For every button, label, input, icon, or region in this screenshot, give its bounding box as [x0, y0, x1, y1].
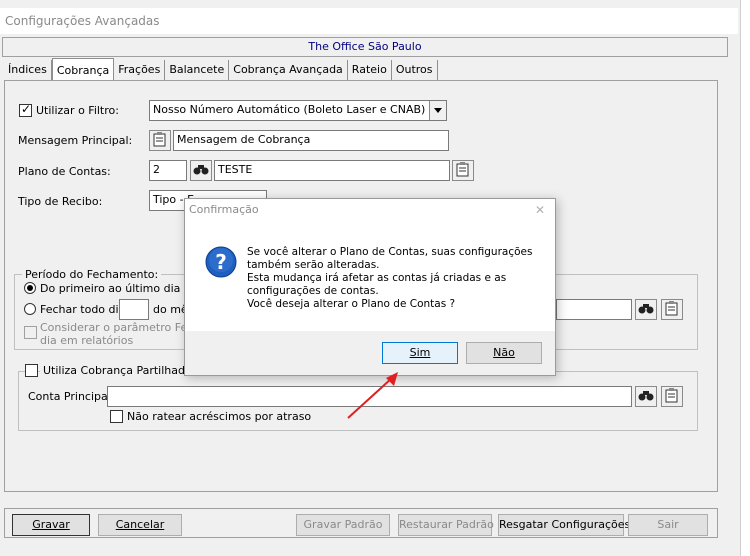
periodo-option1-radio[interactable]	[24, 282, 36, 294]
periodo-option2-radio[interactable]	[24, 303, 36, 315]
yes-button[interactable]: Sim	[382, 342, 458, 364]
notepad-icon	[664, 300, 680, 319]
tab-fracoes[interactable]: Frações	[114, 60, 166, 80]
annotation-arrow-icon	[347, 372, 398, 419]
edit-mensagem-button[interactable]	[149, 130, 171, 151]
mensagem-label: Mensagem Principal:	[18, 134, 133, 147]
tab-outros[interactable]: Outros	[392, 60, 438, 80]
question-icon: ?	[205, 246, 237, 281]
svg-text:?: ?	[215, 250, 227, 274]
notepad-icon	[664, 387, 680, 406]
company-name-bar: The Office São Paulo	[2, 37, 728, 57]
fechamento-day-field[interactable]	[119, 299, 149, 320]
nao-ratear-checkbox[interactable]	[110, 410, 123, 423]
background-window-edge	[740, 0, 750, 556]
tab-balancete[interactable]: Balancete	[165, 60, 230, 80]
gravar-button[interactable]: Gravar	[12, 514, 90, 536]
binoculars-icon	[638, 388, 654, 405]
binoculars-icon	[193, 162, 209, 179]
partilhada-checkbox[interactable]	[25, 364, 38, 377]
tab-cobranca[interactable]: Cobrança	[51, 58, 115, 80]
filtro-label: Utilizar o Filtro:	[36, 104, 119, 117]
notepad-icon	[455, 161, 471, 180]
filtro-checkbox[interactable]	[19, 102, 32, 117]
considerar-label-line2: dia em relatórios	[40, 334, 134, 347]
dialog-title: Confirmação	[185, 199, 555, 221]
periodo-title: Período do Fechamento:	[22, 268, 162, 281]
search-conta-button[interactable]	[635, 386, 657, 407]
chevron-down-icon[interactable]	[429, 101, 446, 120]
tab-strip: Índices Cobrança Frações Balancete Cobra…	[4, 58, 438, 80]
tab-indices[interactable]: Índices	[4, 60, 52, 80]
plano-name-field[interactable]: TESTE	[214, 160, 450, 181]
binoculars-icon	[638, 301, 654, 318]
periodo-option2-prefix: Fechar todo dia	[40, 303, 126, 316]
window-title: Configurações Avançadas	[0, 8, 738, 34]
search-periodo-button[interactable]	[635, 299, 657, 320]
confirmation-dialog: Confirmação ✕ ? Se você alterar o Plano …	[184, 198, 556, 376]
considerar-label-line1: Considerar o parâmetro Fecha	[40, 321, 207, 334]
dialog-message: Se você alterar o Plano de Contas, suas …	[247, 246, 533, 310]
tab-cobranca-avancada[interactable]: Cobrança Avançada	[229, 60, 348, 80]
nao-ratear-label: Não ratear acréscimos por atraso	[127, 410, 312, 423]
close-icon[interactable]: ✕	[535, 203, 545, 217]
cancelar-button[interactable]: Cancelar	[98, 514, 182, 536]
gravar-padrao-button[interactable]: Gravar Padrão	[296, 514, 390, 536]
no-button[interactable]: Não	[466, 342, 542, 364]
edit-conta-button[interactable]	[661, 386, 683, 407]
mensagem-field[interactable]: Mensagem de Cobrança	[173, 130, 449, 151]
conta-principal-label: Conta Principal:	[28, 390, 115, 403]
periodo-extra-field[interactable]	[556, 299, 632, 320]
considerar-checkbox[interactable]	[24, 326, 37, 339]
search-plano-button[interactable]	[190, 160, 212, 181]
sair-button[interactable]: Sair	[628, 514, 708, 536]
dialog-body: ? Se você alterar o Plano de Contas, sua…	[185, 221, 555, 331]
plano-label: Plano de Contas:	[18, 165, 111, 178]
restaurar-padrao-button[interactable]: Restaurar Padrão	[398, 514, 494, 536]
plano-code-field[interactable]: 2	[149, 160, 187, 181]
recibo-label: Tipo de Recibo:	[18, 195, 103, 208]
edit-periodo-button[interactable]	[661, 299, 683, 320]
filtro-select[interactable]: Nosso Número Automático (Boleto Laser e …	[149, 100, 447, 121]
edit-plano-button[interactable]	[452, 160, 474, 181]
tab-rateio[interactable]: Rateio	[348, 60, 392, 80]
notepad-icon	[152, 131, 168, 150]
resgatar-button[interactable]: Resgatar Configurações	[498, 514, 630, 536]
